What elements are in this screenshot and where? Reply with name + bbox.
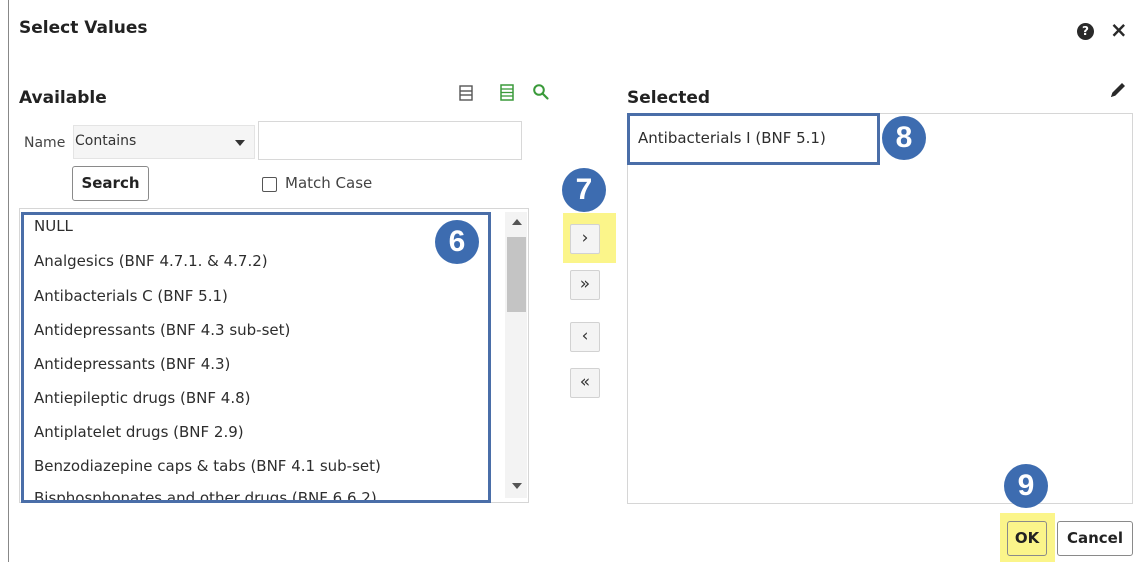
help-icon[interactable]: ? [1077, 23, 1094, 40]
name-filter-label: Name [24, 135, 66, 151]
match-case-label: Match Case [285, 174, 373, 192]
dialog-title: Select Values [19, 18, 148, 38]
callout-badge: 8 [882, 116, 926, 160]
grid-view-icon[interactable] [500, 84, 514, 101]
selected-list[interactable] [627, 113, 1133, 504]
scroll-up-arrow-icon[interactable] [512, 219, 522, 225]
match-case-checkbox[interactable] [262, 177, 277, 192]
operator-select-value: Contains [75, 133, 137, 149]
cancel-button[interactable]: Cancel [1057, 521, 1133, 556]
ok-button[interactable]: OK [1007, 521, 1047, 556]
chevron-down-icon[interactable] [235, 140, 245, 146]
callout-badge: 6 [435, 220, 479, 264]
move-all-right-button[interactable]: » [570, 270, 600, 300]
dialog-left-border [8, 0, 9, 562]
move-all-left-button[interactable]: « [570, 368, 600, 398]
available-label: Available [19, 88, 107, 108]
scrollbar-thumb[interactable] [507, 237, 526, 312]
move-right-button[interactable]: › [570, 224, 600, 254]
pencil-icon[interactable] [1108, 80, 1128, 100]
list-view-icon[interactable] [459, 85, 473, 101]
move-left-button[interactable]: ‹ [570, 322, 600, 352]
selected-item-highlight [627, 113, 880, 165]
selected-label: Selected [627, 88, 711, 108]
scroll-down-arrow-icon[interactable] [512, 483, 522, 489]
name-filter-input[interactable] [258, 121, 522, 160]
close-icon[interactable]: × [1110, 18, 1128, 42]
search-button[interactable]: Search [72, 166, 149, 201]
callout-badge: 9 [1004, 464, 1048, 508]
callout-badge: 7 [562, 168, 606, 212]
search-magnifier-icon[interactable] [532, 83, 550, 101]
available-list-highlight [21, 212, 491, 503]
